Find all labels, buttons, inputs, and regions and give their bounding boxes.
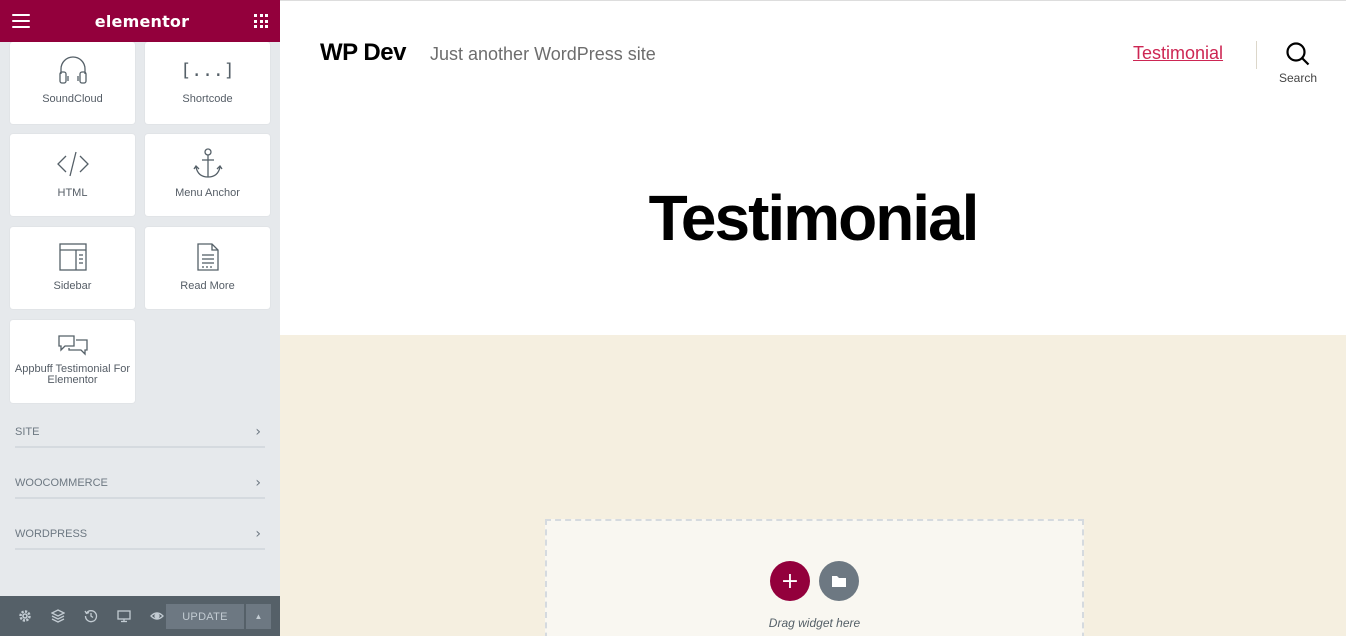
anchor-icon <box>192 148 223 180</box>
search-toggle[interactable]: Search <box>1276 41 1320 85</box>
settings-icon[interactable] <box>8 596 41 636</box>
widgets-grid-icon[interactable] <box>254 14 268 28</box>
shortcode-icon: [...] <box>180 59 235 81</box>
widget-label: Sidebar <box>53 280 92 292</box>
elementor-logo: elementor <box>94 11 190 31</box>
chevron-right-icon: › <box>255 475 261 491</box>
headphones-icon <box>56 54 90 86</box>
drop-hint: Drag widget here <box>768 616 861 630</box>
widget-label: HTML <box>57 187 88 199</box>
widget-menu-anchor[interactable]: Menu Anchor <box>145 134 270 216</box>
widget-html[interactable]: HTML <box>10 134 135 216</box>
add-section-button[interactable]: + <box>770 561 810 601</box>
update-button[interactable]: UPDATE <box>166 604 244 629</box>
menu-icon[interactable] <box>12 14 30 28</box>
history-icon[interactable] <box>74 596 107 636</box>
category-label: SITE <box>15 426 40 438</box>
content-section: + Drag widget here <box>280 335 1346 636</box>
plus-icon: + <box>780 568 800 594</box>
widget-label: Shortcode <box>182 93 233 105</box>
search-label: Search <box>1278 71 1318 85</box>
widget-label: SoundCloud <box>42 93 103 105</box>
document-icon <box>195 241 221 273</box>
code-icon <box>56 148 90 180</box>
chevron-right-icon: › <box>255 526 261 542</box>
folder-icon <box>832 576 846 587</box>
layers-icon[interactable] <box>41 596 74 636</box>
category-label: WORDPRESS <box>15 528 88 540</box>
chat-bubbles-icon <box>57 332 89 358</box>
widget-label: Appbuff Testimonial For Elementor <box>14 363 131 386</box>
site-title[interactable]: WP Dev <box>320 39 406 67</box>
add-template-button[interactable] <box>819 561 859 601</box>
widget-label: Menu Anchor <box>175 187 240 199</box>
widget-sidebar[interactable]: Sidebar <box>10 227 135 309</box>
nav-divider <box>1256 41 1257 69</box>
search-icon <box>1286 42 1310 66</box>
chevron-right-icon: › <box>255 424 261 440</box>
widget-appbuff-testimonial[interactable]: Appbuff Testimonial For Elementor <box>10 320 135 403</box>
preview-frame: WP Dev Just another WordPress site Testi… <box>280 0 1346 636</box>
widget-shortcode[interactable]: [...] Shortcode <box>145 42 270 124</box>
caret-up-icon[interactable]: ▲ <box>246 604 271 629</box>
category-site[interactable]: SITE › <box>15 418 265 448</box>
elementor-panel: elementor SoundCloud [...] Shortcode HTM… <box>0 0 280 636</box>
widget-read-more[interactable]: Read More <box>145 227 270 309</box>
category-wordpress[interactable]: WORDPRESS › <box>15 520 265 550</box>
sidebar-icon <box>58 241 88 273</box>
category-woocommerce[interactable]: WOOCOMMERCE › <box>15 469 265 499</box>
responsive-icon[interactable] <box>107 596 140 636</box>
nav-link-testimonial[interactable]: Testimonial <box>1133 43 1223 64</box>
panel-footer: UPDATE ▲ <box>0 596 280 636</box>
panel-header: elementor <box>0 0 280 42</box>
widget-label: Read More <box>180 280 235 292</box>
site-tagline: Just another WordPress site <box>430 44 656 64</box>
category-label: WOOCOMMERCE <box>15 477 108 489</box>
page-title: Testimonial <box>648 182 980 254</box>
widget-drop-zone[interactable]: + Drag widget here <box>545 519 1084 636</box>
widget-soundcloud[interactable]: SoundCloud <box>10 42 135 124</box>
